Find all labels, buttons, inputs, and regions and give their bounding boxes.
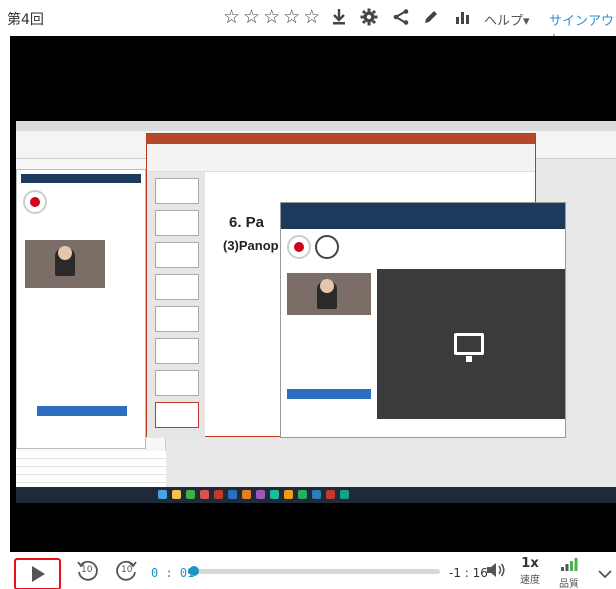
star-icon[interactable]: ☆ [283, 5, 300, 29]
pencil-icon[interactable] [420, 6, 442, 28]
star-icon[interactable]: ☆ [243, 5, 260, 29]
speed-value: 1x [521, 556, 539, 571]
play-button[interactable] [14, 558, 61, 589]
forward-seconds-label: 10 [121, 565, 133, 575]
speed-label: 速度 [520, 575, 540, 586]
monitor-icon [454, 333, 484, 362]
player-controls: 10 10 0 : 01 -1 : 16 1x 速度 品質 [0, 552, 616, 589]
star-icon[interactable]: ☆ [263, 5, 280, 29]
play-icon [31, 566, 45, 582]
video-viewport[interactable]: 6. Pa (3)Panop [10, 36, 616, 552]
star-icon[interactable]: ☆ [303, 5, 320, 29]
volume-icon [487, 563, 505, 577]
stats-icon[interactable] [452, 6, 474, 28]
screen-capture-preview [377, 269, 565, 419]
record-icon [287, 235, 311, 259]
help-menu[interactable]: ヘルプ▾ [484, 10, 530, 29]
speed-button[interactable]: 1x 速度 [517, 556, 543, 586]
share-icon[interactable] [390, 6, 412, 28]
rewind-10-button[interactable]: 10 [75, 559, 99, 583]
signal-bars-icon [561, 558, 578, 571]
seek-bar[interactable] [188, 566, 440, 576]
quality-button[interactable]: 品質 [556, 556, 582, 589]
page-title: 第4回 [7, 12, 44, 28]
webcam-preview [25, 240, 105, 288]
gear-icon[interactable] [358, 6, 380, 28]
spreadsheet-rows [16, 451, 166, 487]
chevron-down-icon [598, 570, 612, 579]
rating-stars[interactable]: ☆ ☆ ☆ ☆ ☆ [223, 5, 320, 29]
volume-button[interactable] [486, 561, 506, 581]
seek-handle[interactable] [189, 566, 200, 576]
slide-subheading: (3)Panop [223, 238, 279, 253]
webcam-preview [287, 273, 371, 315]
forward-10-button[interactable]: 10 [115, 559, 139, 583]
quality-label: 品質 [559, 579, 579, 589]
top-bar: 第4回 ☆ ☆ ☆ ☆ ☆ ヘルプ▾ サインアウト [0, 0, 616, 48]
rewind-seconds-label: 10 [81, 565, 93, 575]
more-options-button[interactable] [598, 564, 612, 579]
recorded-desktop: 6. Pa (3)Panop [16, 121, 616, 503]
remaining-time: -1 : 16 [449, 566, 488, 580]
slide-heading: 6. Pa [229, 214, 265, 231]
panopto-recorder-window-left [16, 169, 146, 449]
windows-taskbar [16, 487, 616, 503]
panopto-recorder-window [280, 202, 566, 438]
star-icon[interactable]: ☆ [223, 5, 240, 29]
record-icon [23, 190, 47, 214]
download-icon[interactable] [328, 6, 350, 28]
